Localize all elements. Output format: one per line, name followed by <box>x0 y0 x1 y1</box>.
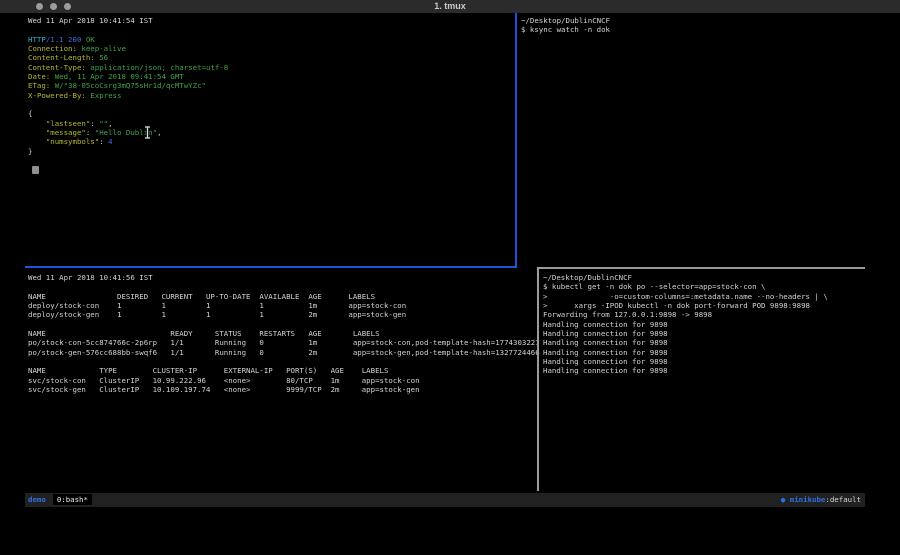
terminal-line: Content-Type: application/json; charset=… <box>28 63 514 72</box>
mouse-ibeam-cursor <box>143 124 152 137</box>
terminal-line: Wed 11 Apr 2018 10:41:56 IST <box>28 273 535 282</box>
terminal-line: Connection: keep-alive <box>28 44 514 53</box>
tmux-session-name: demo <box>28 495 46 504</box>
terminal-line: Content-Length: 56 <box>28 53 514 62</box>
window-titlebar: 1. tmux <box>0 0 900 13</box>
pane-ksync-watch[interactable]: ~/Desktop/DublinCNCF$ ksync watch -n dok <box>521 16 865 262</box>
window-title: 1. tmux <box>0 1 900 11</box>
terminal-line: > -o=custom-columns=:metadata.name --no-… <box>543 292 865 301</box>
terminal-line: deploy/stock-gen 1 1 1 1 2m app=stock-ge… <box>28 310 535 319</box>
terminal-line: po/stock-con-5cc874766c-2p6rp 1/1 Runnin… <box>28 338 535 347</box>
terminal-line: $ kubectl get -n dok po --selector=app=s… <box>543 282 865 291</box>
tmux-status-right: ● minikube:default <box>781 493 861 507</box>
terminal-block-cursor <box>32 166 39 174</box>
terminal-line: Wed 11 Apr 2018 10:41:54 IST <box>28 16 514 25</box>
terminal-line: $ ksync watch -n dok <box>521 25 865 34</box>
terminal-line <box>28 357 535 366</box>
terminal-line: } <box>28 147 514 156</box>
terminal-line: > xargs -IPOD kubectl -n dok port-forwar… <box>543 301 865 310</box>
terminal-line: Handling connection for 9898 <box>543 329 865 338</box>
terminal-line: NAME READY STATUS RESTARTS AGE LABELS <box>28 329 535 338</box>
terminal-line: Handling connection for 9898 <box>543 348 865 357</box>
terminal-line: Handling connection for 9898 <box>543 357 865 366</box>
terminal-line: po/stock-gen-576cc688bb-swqf6 1/1 Runnin… <box>28 348 535 357</box>
terminal-line: deploy/stock-con 1 1 1 1 1m app=stock-co… <box>28 301 535 310</box>
terminal-line <box>28 320 535 329</box>
terminal-line: svc/stock-gen ClusterIP 10.109.197.74 <n… <box>28 385 535 394</box>
kubernetes-icon: ● <box>781 495 785 504</box>
pane-kubectl-watch[interactable]: Wed 11 Apr 2018 10:41:56 IST NAME DESIRED… <box>28 273 535 489</box>
terminal-line: NAME DESIRED CURRENT UP-TO-DATE AVAILABL… <box>28 292 535 301</box>
kube-namespace-label: :default <box>825 495 861 504</box>
terminal-line: { <box>28 109 514 118</box>
terminal-line: ~/Desktop/DublinCNCF <box>521 16 865 25</box>
terminal-screen: 1. tmux Wed 11 Apr 2018 10:41:54 IST HTTP… <box>0 0 900 555</box>
kube-context-label: minikube <box>790 495 826 504</box>
pane-http-response[interactable]: Wed 11 Apr 2018 10:41:54 IST HTTP/1.1 200… <box>28 16 514 262</box>
terminal-line: "numsymbols": 4 <box>28 137 514 146</box>
pane-border-horizontal[interactable] <box>539 267 865 269</box>
tmux-window-item[interactable]: 0:bash* <box>53 494 92 505</box>
terminal-line: "lastseen": "", <box>28 119 514 128</box>
terminal-line: Forwarding from 127.0.0.1:9898 -> 9898 <box>543 310 865 319</box>
terminal-line: X-Powered-By: Express <box>28 91 514 100</box>
terminal-line: ETag: W/"38-05coCsrg3mQ75sHr1d/qcMTwYZc" <box>28 81 514 90</box>
terminal-line: HTTP/1.1 200 OK <box>28 35 514 44</box>
pane-border-vertical[interactable] <box>537 267 539 491</box>
terminal-line: Handling connection for 9898 <box>543 320 865 329</box>
terminal-line: "message": "Hello Dublin", <box>28 128 514 137</box>
pane-port-forward[interactable]: ~/Desktop/DublinCNCF$ kubectl get -n dok… <box>543 273 865 489</box>
terminal-line <box>28 25 514 34</box>
terminal-line: Handling connection for 9898 <box>543 338 865 347</box>
pane-border-horizontal-active[interactable] <box>25 266 517 268</box>
terminal-line: svc/stock-con ClusterIP 10.99.222.96 <no… <box>28 376 535 385</box>
pane-border-vertical-active[interactable] <box>515 13 517 268</box>
terminal-line <box>28 282 535 291</box>
tmux-status-bar: demo 0:bash* ● minikube:default <box>25 493 865 507</box>
terminal-line: NAME TYPE CLUSTER-IP EXTERNAL-IP PORT(S)… <box>28 366 535 375</box>
terminal-line: Handling connection for 9898 <box>543 366 865 375</box>
terminal-line: Date: Wed, 11 Apr 2018 09:41:54 GMT <box>28 72 514 81</box>
terminal-line <box>28 100 514 109</box>
terminal-line: ~/Desktop/DublinCNCF <box>543 273 865 282</box>
